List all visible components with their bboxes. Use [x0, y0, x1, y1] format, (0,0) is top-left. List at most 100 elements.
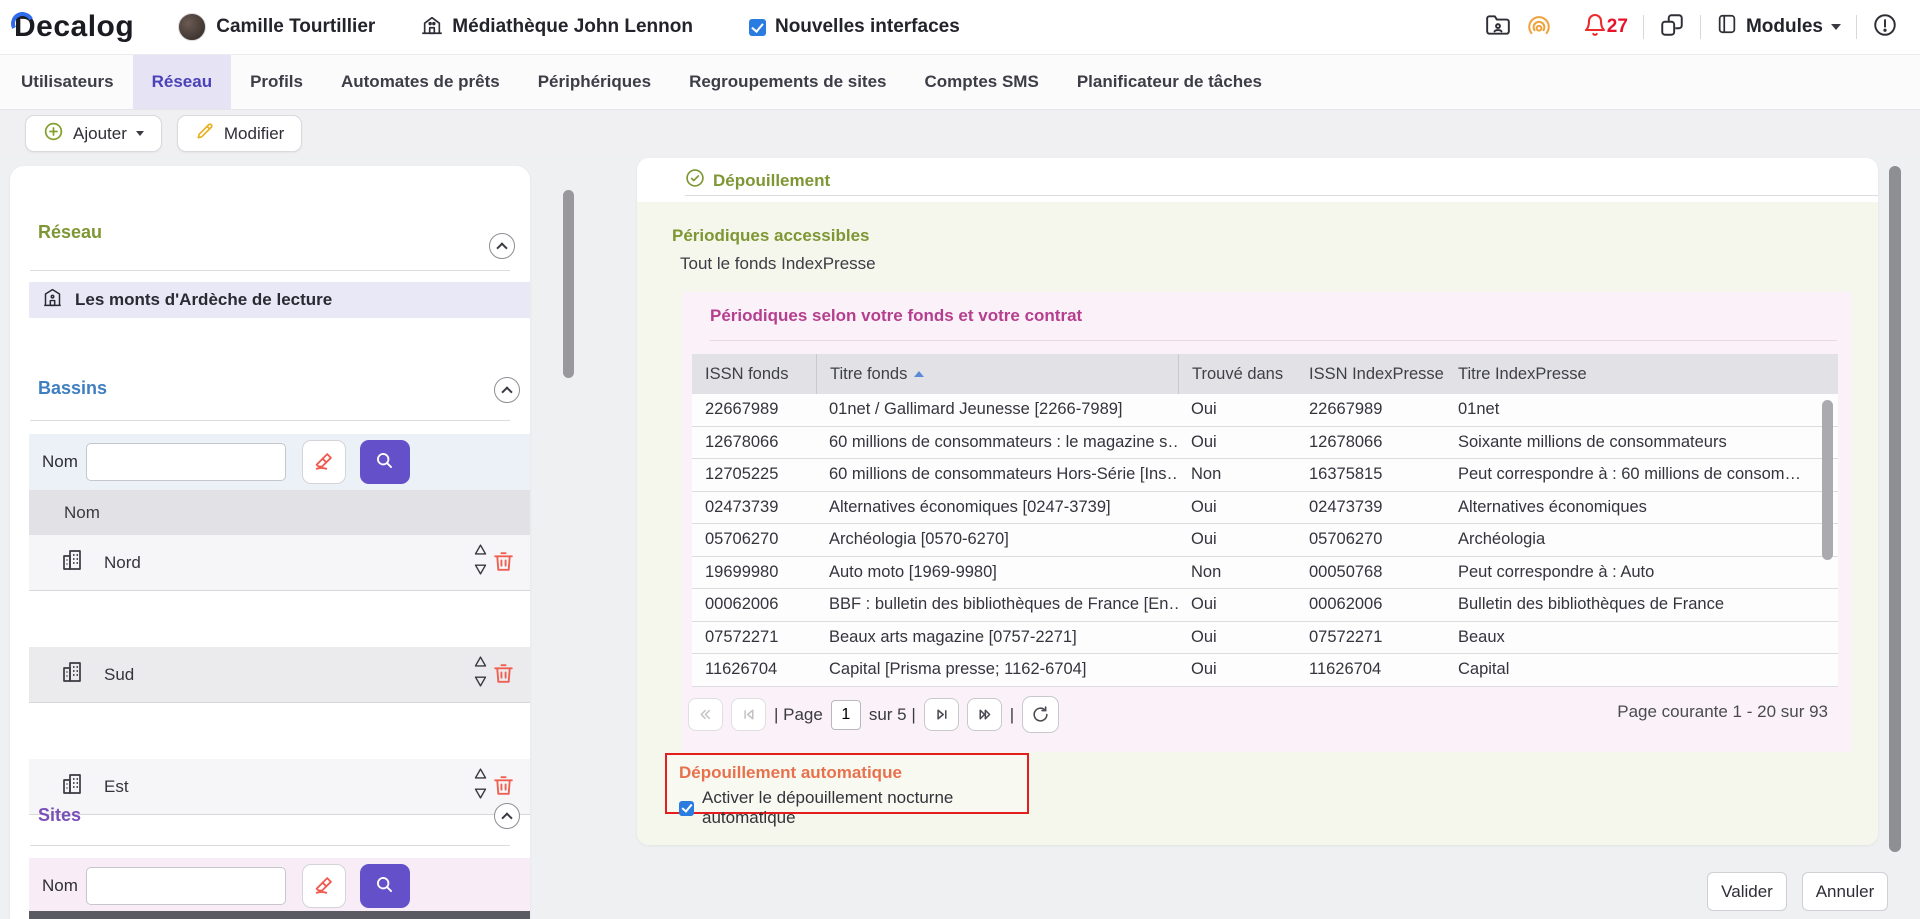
column-header-issn-fonds[interactable]: ISSN fonds: [692, 354, 816, 394]
search-icon: [374, 874, 395, 898]
radar-icon[interactable]: [1526, 12, 1552, 43]
bassins-name-input[interactable]: [86, 443, 286, 481]
tab-planificateur-de-taches[interactable]: Planificateur de tâches: [1058, 55, 1281, 109]
user-avatar[interactable]: [178, 13, 206, 41]
folder-user-icon[interactable]: [1485, 12, 1511, 43]
main-scrollbar[interactable]: [1889, 166, 1901, 852]
action-toolbar: Ajouter Modifier: [0, 110, 1920, 157]
sites-collapse-button[interactable]: [494, 803, 520, 829]
library-building-icon: [421, 14, 443, 41]
validate-button[interactable]: Valider: [1707, 872, 1787, 911]
move-up-icon[interactable]: [473, 767, 488, 785]
column-header-titre-fonds[interactable]: Titre fonds: [816, 354, 1178, 394]
eraser-icon: [313, 450, 335, 475]
table-row[interactable]: 11626704 Capital [Prisma presse; 1162-67…: [692, 654, 1838, 687]
sites-section-title: Sites: [38, 805, 81, 826]
add-button-label: Ajouter: [73, 124, 127, 144]
cell-issn-indexpresse: 05706270: [1296, 530, 1445, 549]
bassin-name: Sud: [104, 665, 134, 685]
sites-search-button[interactable]: [360, 864, 410, 908]
tab-profils[interactable]: Profils: [231, 55, 322, 109]
tab-comptes-sms[interactable]: Comptes SMS: [906, 55, 1058, 109]
sites-clear-button[interactable]: [302, 864, 346, 908]
cell-issn-fonds: 12705225: [692, 465, 816, 484]
modify-button-label: Modifier: [224, 124, 284, 144]
nocturne-checkbox[interactable]: [679, 801, 694, 816]
cell-issn-fonds: 22667989: [692, 400, 816, 419]
sites-filter-bar: Nom: [29, 858, 530, 914]
link-icon[interactable]: [1659, 12, 1685, 43]
notification-count: 27: [1607, 16, 1628, 38]
page-number-input[interactable]: [831, 700, 861, 730]
last-page-button[interactable]: [967, 698, 1002, 731]
notifications-button[interactable]: 27: [1583, 13, 1628, 42]
bassin-row-sud[interactable]: Sud: [29, 647, 530, 703]
cancel-button[interactable]: Annuler: [1802, 872, 1888, 911]
delete-icon[interactable]: [491, 549, 516, 579]
tab-utilisateurs[interactable]: Utilisateurs: [2, 55, 133, 109]
auto-depouillement-title: Dépouillement automatique: [679, 763, 902, 783]
move-up-icon[interactable]: [473, 655, 488, 673]
cell-issn-fonds: 19699980: [692, 563, 816, 582]
column-header-issn-indexpresse[interactable]: ISSN IndexPresse: [1296, 354, 1445, 394]
table-row[interactable]: 19699980 Auto moto [1969-9980] Non 00050…: [692, 557, 1838, 590]
header-divider: [1700, 15, 1701, 39]
bassin-row-nord[interactable]: Nord: [29, 535, 530, 591]
new-interfaces-toggle[interactable]: Nouvelles interfaces: [749, 16, 960, 38]
column-header-titre-indexpresse[interactable]: Titre IndexPresse: [1445, 354, 1838, 394]
cell-issn-fonds: 02473739: [692, 498, 816, 517]
first-page-button[interactable]: [688, 698, 723, 731]
delete-icon[interactable]: [491, 773, 516, 803]
table-row[interactable]: 07572271 Beaux arts magazine [0757-2271]…: [692, 622, 1838, 655]
move-up-icon[interactable]: [473, 543, 488, 561]
bassins-search-button[interactable]: [360, 440, 410, 484]
sites-name-input[interactable]: [86, 867, 286, 905]
modify-button[interactable]: Modifier: [177, 115, 302, 152]
cell-issn-fonds: 00062006: [692, 595, 816, 614]
table-row[interactable]: 22667989 01net / Gallimard Jeunesse [226…: [692, 394, 1838, 427]
move-down-icon[interactable]: [473, 675, 488, 693]
tab-automates-de-prets[interactable]: Automates de prêts: [322, 55, 519, 109]
table-row[interactable]: 05706270 Archéologia [0570-6270] Oui 057…: [692, 524, 1838, 557]
tab-regroupements-de-sites[interactable]: Regroupements de sites: [670, 55, 905, 109]
bassins-column-header[interactable]: Nom: [29, 490, 530, 535]
bell-icon: [1583, 13, 1607, 42]
tab-peripheriques[interactable]: Périphériques: [519, 55, 670, 109]
table-row[interactable]: 00062006 BBF : bulletin des bibliothèque…: [692, 589, 1838, 622]
check-circle-icon: [685, 168, 705, 193]
sites-table-header-edge: [29, 911, 530, 919]
depouillement-title: Dépouillement: [713, 171, 830, 191]
table-row[interactable]: 02473739 Alternatives économiques [0247-…: [692, 492, 1838, 525]
delete-icon[interactable]: [491, 661, 516, 691]
column-header-trouve-dans[interactable]: Trouvé dans: [1178, 354, 1296, 394]
depouillement-section-header[interactable]: Dépouillement: [685, 168, 830, 193]
cell-titre-fonds: 60 millions de consommateurs : le magazi…: [816, 433, 1178, 452]
chevron-up-icon: [496, 242, 507, 253]
move-down-icon[interactable]: [473, 563, 488, 581]
auto-depouillement-option[interactable]: Activer le dépouillement nocturne automa…: [679, 788, 1027, 828]
refresh-button[interactable]: [1022, 696, 1059, 733]
add-button[interactable]: Ajouter: [25, 115, 162, 152]
previous-page-button[interactable]: [731, 698, 766, 731]
table-row[interactable]: 12705225 60 millions de consommateurs Ho…: [692, 459, 1838, 492]
next-page-button[interactable]: [924, 698, 959, 731]
sidebar-item-network[interactable]: Les monts d'Ardèche de lecture: [29, 282, 530, 318]
library-name: Médiathèque John Lennon: [452, 16, 693, 38]
chevron-up-icon: [501, 386, 512, 397]
user-name[interactable]: Camille Tourtillier: [216, 16, 375, 38]
bassin-row-est[interactable]: Est: [29, 759, 530, 815]
move-down-icon[interactable]: [473, 787, 488, 805]
table-scrollbar[interactable]: [1822, 400, 1833, 560]
info-icon[interactable]: [1872, 12, 1898, 43]
library-selector[interactable]: Médiathèque John Lennon: [421, 14, 693, 41]
bassins-clear-button[interactable]: [302, 440, 346, 484]
reseau-collapse-button[interactable]: [489, 233, 515, 259]
modules-menu[interactable]: Modules: [1716, 13, 1841, 41]
chevron-down-icon: [1831, 24, 1841, 30]
bassins-collapse-button[interactable]: [494, 377, 520, 403]
tab-reseau[interactable]: Réseau: [133, 55, 231, 109]
new-interfaces-checkbox[interactable]: [749, 19, 766, 36]
sidebar-scrollbar[interactable]: [563, 190, 574, 378]
table-row[interactable]: 12678066 60 millions de consommateurs : …: [692, 427, 1838, 460]
cell-trouve-dans: Oui: [1178, 595, 1296, 614]
